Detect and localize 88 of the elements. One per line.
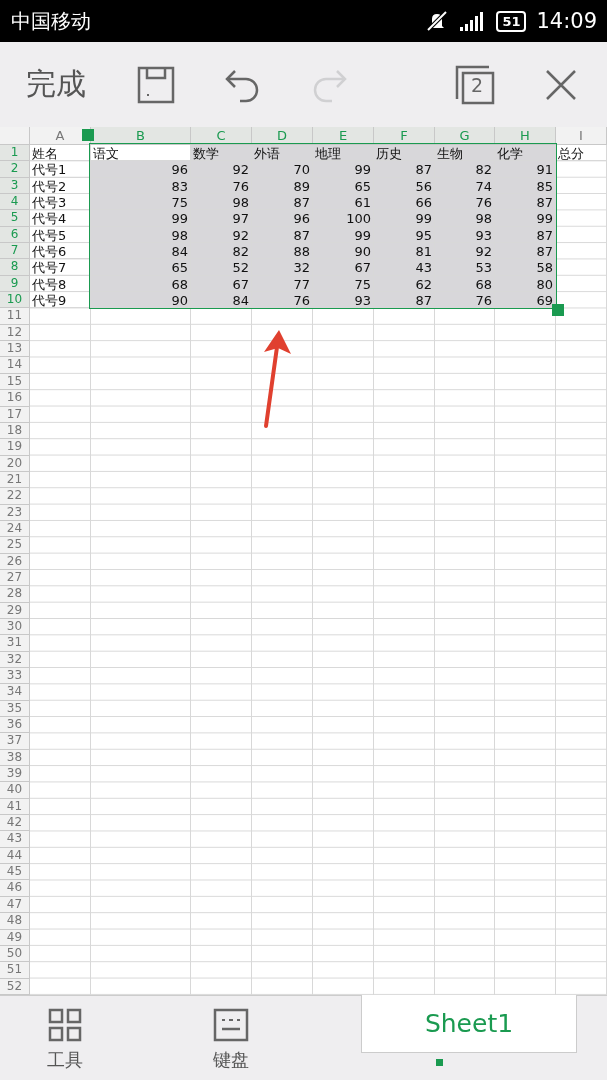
row-header[interactable]: 13 [0, 341, 30, 358]
table-cell: 92 [191, 161, 252, 178]
table-cell: 地理 [313, 145, 374, 162]
clock-time: 14:09 [536, 9, 597, 33]
table-cell: 52 [191, 259, 252, 276]
table-cell: 87 [374, 292, 435, 309]
table-cell: 75 [91, 194, 191, 211]
row-header[interactable]: 16 [0, 390, 30, 407]
table-cell: 87 [495, 243, 556, 260]
table-cell: 99 [495, 210, 556, 227]
sheet-tab[interactable]: Sheet1 [361, 995, 577, 1053]
table-cell: 84 [91, 243, 191, 260]
row-header[interactable]: 46 [0, 880, 30, 897]
table-cell: 67 [313, 259, 374, 276]
table-cell: 总分 [556, 145, 607, 162]
table-cell: 98 [191, 194, 252, 211]
row-header[interactable]: 48 [0, 913, 30, 930]
table-cell: 87 [252, 194, 313, 211]
table-cell: 43 [374, 259, 435, 276]
row-header[interactable]: 28 [0, 586, 30, 603]
table-cell: 99 [313, 161, 374, 178]
table-cell: 82 [191, 243, 252, 260]
table-cell: 76 [435, 194, 495, 211]
table-cell: 90 [91, 292, 191, 309]
battery-level: 51 [496, 10, 527, 32]
row-header[interactable]: 34 [0, 684, 30, 701]
table-cell: 65 [91, 259, 191, 276]
row-header[interactable]: 25 [0, 537, 30, 554]
table-cell: 70 [252, 161, 313, 178]
row-header[interactable]: 31 [0, 635, 30, 652]
table-cell: 84 [191, 292, 252, 309]
row-header[interactable]: 36 [0, 717, 30, 734]
selection-handle[interactable] [82, 129, 94, 141]
table-cell: 92 [435, 243, 495, 260]
table-cell: 61 [313, 194, 374, 211]
row-header[interactable]: 37 [0, 733, 30, 750]
table-cell: 88 [252, 243, 313, 260]
table-cell: 76 [435, 292, 495, 309]
row-header[interactable]: 43 [0, 831, 30, 848]
table-cell: 93 [313, 292, 374, 309]
row-header[interactable]: 1 [0, 145, 30, 162]
row-header[interactable]: 19 [0, 439, 30, 456]
table-cell: 53 [435, 259, 495, 276]
table-cell: 81 [374, 243, 435, 260]
table-cell: 58 [495, 259, 556, 276]
row-header[interactable]: 45 [0, 864, 30, 881]
table-cell: 96 [252, 210, 313, 227]
table-cell: 98 [435, 210, 495, 227]
row-header[interactable]: 8 [0, 259, 30, 276]
table-cell: 历史 [374, 145, 435, 162]
table-cell: 82 [435, 161, 495, 178]
table-cell: 99 [91, 210, 191, 227]
row-header[interactable]: 4 [0, 194, 30, 211]
table-cell: 语文 [91, 145, 191, 162]
table-cell: 91 [495, 161, 556, 178]
table-cell: 化学 [495, 145, 556, 162]
table-cell: 90 [313, 243, 374, 260]
table-cell: 66 [374, 194, 435, 211]
table-cell: 数学 [191, 145, 252, 162]
row-header[interactable]: 40 [0, 782, 30, 799]
save-button[interactable] [136, 64, 176, 105]
row-header[interactable]: 5 [0, 210, 30, 227]
row-header[interactable]: 33 [0, 668, 30, 685]
carrier-name: 中国移动 [11, 7, 91, 35]
column-header[interactable]: I [556, 127, 607, 145]
table-cell: 32 [252, 259, 313, 276]
table-cell: 99 [374, 210, 435, 227]
row-header[interactable]: 42 [0, 815, 30, 832]
table-cell: 生物 [435, 145, 495, 162]
row-header[interactable]: 7 [0, 243, 30, 260]
table-cell: 87 [374, 161, 435, 178]
row-header[interactable]: 2 [0, 161, 30, 178]
tools-button[interactable]: 工具 [47, 1008, 83, 1072]
row-header[interactable]: 22 [0, 488, 30, 505]
row-header[interactable]: 11 [0, 308, 30, 325]
row-header[interactable]: 39 [0, 766, 30, 783]
selection-handle[interactable] [552, 304, 564, 317]
row-header[interactable]: 10 [0, 292, 30, 309]
row-header[interactable]: 51 [0, 962, 30, 979]
table-cell: 69 [495, 292, 556, 309]
table-cell: 87 [495, 194, 556, 211]
done-button[interactable]: 完成 [26, 64, 86, 105]
table-cell: 100 [313, 210, 374, 227]
table-cell: 76 [252, 292, 313, 309]
row-header[interactable]: 14 [0, 357, 30, 374]
table-cell: 外语 [252, 145, 313, 162]
table-cell: 97 [191, 210, 252, 227]
table-cell: 96 [91, 161, 191, 178]
